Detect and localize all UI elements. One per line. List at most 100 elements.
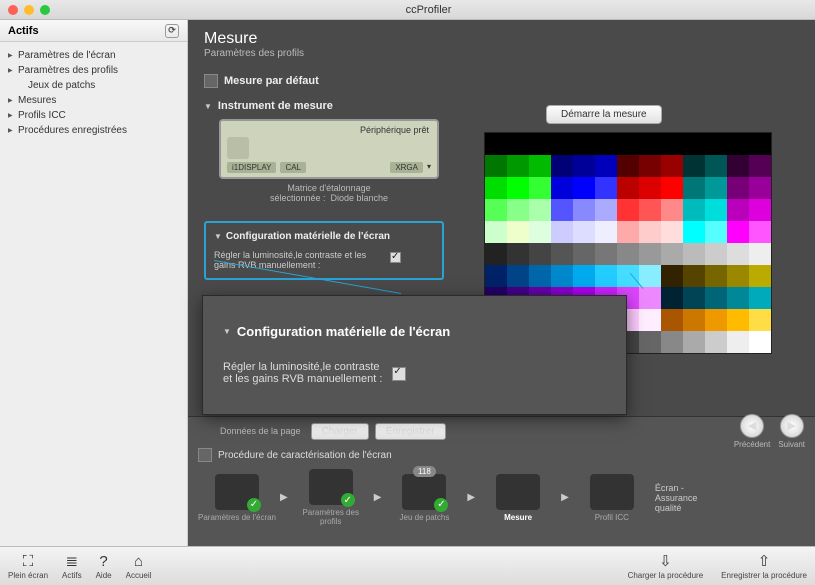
step-label: Paramètres de l'écran (198, 513, 276, 522)
sidebar-item[interactable]: Paramètres de l'écran (4, 48, 183, 63)
chevron-down-icon: ▼ (204, 102, 212, 111)
color-swatch (485, 221, 507, 243)
color-swatch (639, 133, 661, 155)
save-procedure-button[interactable]: ⇧Enregistrer la procédure (721, 552, 807, 580)
workflow-extra-label: Écran - Assurance qualité (655, 483, 725, 513)
color-swatch (683, 199, 705, 221)
workflow-step[interactable]: 118Jeu de patchs (385, 474, 463, 522)
workflow-step[interactable]: Profil ICC (573, 474, 651, 522)
step-label: Profil ICC (595, 513, 629, 522)
color-swatch (573, 221, 595, 243)
save-button[interactable]: Enregistrer (375, 423, 446, 440)
workflow-step[interactable]: Paramètres des profils (292, 469, 370, 526)
sidebar-item[interactable]: Procédures enregistrées (4, 123, 183, 138)
sidebar-title: Actifs (8, 25, 39, 37)
next-button[interactable]: ▶ (780, 414, 804, 438)
color-swatch (639, 243, 661, 265)
color-swatch (639, 287, 661, 309)
color-swatch (529, 133, 551, 155)
color-swatch (727, 199, 749, 221)
sidebar-item[interactable]: Paramètres des profils (4, 63, 183, 78)
color-swatch (705, 287, 727, 309)
sidebar-item[interactable]: Profils ICC (4, 108, 183, 123)
instrument-mode-display: i1DISPLAY (227, 162, 276, 173)
color-swatch (661, 243, 683, 265)
footer-toolbar: ⛶Plein écran ≣Actifs ?Aide ⌂Accueil ⇩Cha… (0, 546, 815, 585)
instrument-section-header[interactable]: ▼ Instrument de mesure (204, 97, 454, 115)
help-button[interactable]: ?Aide (96, 553, 112, 580)
color-swatch (727, 133, 749, 155)
color-swatch (705, 155, 727, 177)
close-window-button[interactable] (8, 5, 18, 15)
manual-rgb-label: Régler la luminosité,le contraste et les… (214, 250, 384, 270)
load-procedure-button[interactable]: ⇩Charger la procédure (628, 552, 704, 580)
color-swatch (573, 155, 595, 177)
color-swatch (617, 221, 639, 243)
home-button[interactable]: ⌂Accueil (126, 553, 152, 580)
prev-button[interactable]: ◀ (740, 414, 764, 438)
color-swatch (683, 309, 705, 331)
color-swatch (727, 243, 749, 265)
color-swatch (683, 221, 705, 243)
color-swatch (705, 133, 727, 155)
refresh-icon[interactable]: ⟳ (165, 24, 179, 38)
assets-button[interactable]: ≣Actifs (62, 552, 82, 580)
color-swatch (485, 199, 507, 221)
color-swatch (749, 199, 771, 221)
color-swatch (529, 265, 551, 287)
step-icon (496, 474, 540, 510)
color-swatch (639, 155, 661, 177)
color-swatch (705, 199, 727, 221)
color-swatch (529, 177, 551, 199)
workflow-step[interactable]: Mesure (479, 474, 557, 522)
color-swatch (573, 177, 595, 199)
chevron-down-icon: ▼ (223, 327, 231, 336)
sidebar-item[interactable]: Jeux de patchs (4, 78, 183, 93)
color-swatch (749, 243, 771, 265)
color-swatch (683, 331, 705, 353)
color-swatch (727, 155, 749, 177)
window-titlebar: ccProfiler (0, 0, 815, 20)
load-button[interactable]: Charger (311, 423, 369, 440)
color-swatch (595, 133, 617, 155)
sidebar-item[interactable]: Mesures (4, 93, 183, 108)
color-swatch (485, 155, 507, 177)
fullscreen-button[interactable]: ⛶Plein écran (8, 553, 48, 580)
color-swatch (529, 199, 551, 221)
color-swatch (661, 177, 683, 199)
zoom-manual-rgb-checkbox[interactable] (392, 367, 406, 381)
window-title: ccProfiler (50, 4, 807, 16)
color-swatch (705, 331, 727, 353)
color-swatch (507, 199, 529, 221)
color-swatch (507, 177, 529, 199)
color-swatch (727, 221, 749, 243)
color-swatch (573, 265, 595, 287)
workflow-step[interactable]: Paramètres de l'écran (198, 474, 276, 522)
manual-rgb-checkbox[interactable] (390, 252, 401, 263)
zoom-window-button[interactable] (40, 5, 50, 15)
arrow-icon: ▶ (467, 492, 475, 503)
arrow-icon: ▶ (561, 492, 569, 503)
color-swatch (705, 309, 727, 331)
color-swatch (529, 155, 551, 177)
instrument-status: Périphérique prêt (360, 125, 429, 135)
start-measure-button[interactable]: Démarre la mesure (546, 105, 662, 124)
default-measure-section[interactable]: Mesure par défaut (204, 71, 799, 91)
color-swatch (507, 243, 529, 265)
color-swatch (661, 155, 683, 177)
color-swatch (705, 177, 727, 199)
color-swatch (749, 133, 771, 155)
zoom-callout: ▼ Configuration matérielle de l'écran Ré… (202, 295, 627, 415)
color-swatch (639, 177, 661, 199)
color-swatch (661, 133, 683, 155)
hardware-config-header[interactable]: ▼ Configuration matérielle de l'écran (214, 231, 434, 242)
color-swatch (661, 287, 683, 309)
color-swatch (551, 155, 573, 177)
hardware-config-box: ▼ Configuration matérielle de l'écran Ré… (204, 221, 444, 280)
page-title: Mesure (204, 30, 799, 48)
minimize-window-button[interactable] (24, 5, 34, 15)
color-swatch (639, 309, 661, 331)
color-swatch (727, 265, 749, 287)
instrument-mode-cal: CAL (280, 162, 306, 173)
sidebar: Actifs ⟳ Paramètres de l'écranParamètres… (0, 20, 188, 546)
